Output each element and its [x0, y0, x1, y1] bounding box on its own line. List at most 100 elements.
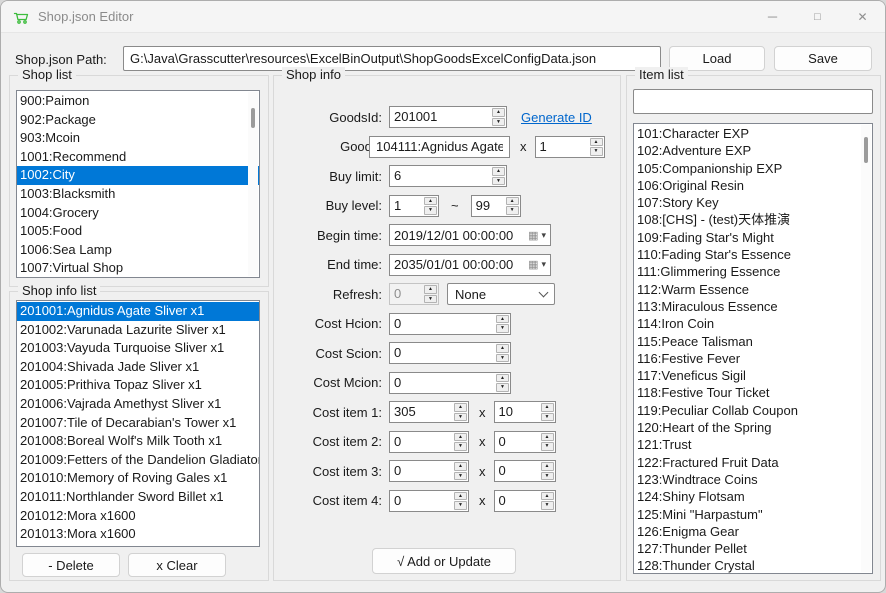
- list-item[interactable]: 201006:Vajrada Amethyst Sliver x1: [17, 395, 259, 414]
- cost-item-3-count-spinner[interactable]: 0 ▲▼: [494, 460, 556, 482]
- list-item[interactable]: 1003:Blacksmith: [17, 185, 259, 204]
- list-item[interactable]: 121:Trust: [634, 436, 872, 453]
- spin-up-icon[interactable]: ▲: [454, 462, 467, 471]
- list-item[interactable]: 201004:Shivada Jade Sliver x1: [17, 358, 259, 377]
- scrollbar-track[interactable]: [248, 92, 258, 276]
- spin-up-icon[interactable]: ▲: [454, 492, 467, 501]
- list-item[interactable]: 111:Glimmering Essence: [634, 263, 872, 280]
- clear-button[interactable]: x Clear: [128, 553, 226, 577]
- list-item[interactable]: 126:Enigma Gear: [634, 523, 872, 540]
- item-search-input[interactable]: [633, 89, 873, 114]
- cost-item-4-id-spinner[interactable]: 0 ▲▼: [389, 490, 469, 512]
- scrollbar-thumb[interactable]: [864, 137, 868, 163]
- generate-id-link[interactable]: Generate ID: [521, 110, 592, 125]
- list-item[interactable]: 1004:Grocery: [17, 204, 259, 223]
- spin-down-icon[interactable]: ▼: [454, 472, 467, 481]
- cost-item-3-id-spinner[interactable]: 0 ▲▼: [389, 460, 469, 482]
- add-or-update-button[interactable]: √ Add or Update: [372, 548, 516, 574]
- list-item[interactable]: 128:Thunder Crystal: [634, 557, 872, 574]
- item-listbox[interactable]: 101:Character EXP102:Adventure EXP105:Co…: [633, 123, 873, 574]
- path-input[interactable]: [123, 46, 661, 71]
- list-item[interactable]: 109:Fading Star's Might: [634, 229, 872, 246]
- spin-down-icon[interactable]: ▼: [454, 413, 467, 422]
- list-item[interactable]: 900:Paimon: [17, 92, 259, 111]
- list-item[interactable]: 201003:Vayuda Turquoise Sliver x1: [17, 339, 259, 358]
- spin-up-icon[interactable]: ▲: [506, 197, 519, 206]
- spin-up-icon[interactable]: ▲: [541, 403, 554, 412]
- shop-info-listbox[interactable]: 201001:Agnidus Agate Sliver x1201002:Var…: [16, 300, 260, 547]
- list-item[interactable]: 201008:Boreal Wolf's Milk Tooth x1: [17, 432, 259, 451]
- spin-down-icon[interactable]: ▼: [454, 442, 467, 451]
- list-item[interactable]: 117:Veneficus Sigil: [634, 367, 872, 384]
- spin-down-icon[interactable]: ▼: [492, 118, 505, 127]
- list-item[interactable]: 201012:Mora x1600: [17, 507, 259, 526]
- delete-button[interactable]: - Delete: [22, 553, 120, 577]
- buy-limit-spinner[interactable]: 6 ▲▼: [389, 165, 507, 187]
- cost-item-2-count-spinner[interactable]: 0 ▲▼: [494, 431, 556, 453]
- buy-level-max-spinner[interactable]: 99 ▲▼: [471, 195, 521, 217]
- spin-up-icon[interactable]: ▲: [496, 344, 509, 353]
- list-item[interactable]: 127:Thunder Pellet: [634, 540, 872, 557]
- spin-down-icon[interactable]: ▼: [454, 501, 467, 510]
- save-button[interactable]: Save: [774, 46, 872, 71]
- refresh-mode-dropdown[interactable]: None: [447, 283, 555, 305]
- spin-down-icon[interactable]: ▼: [541, 413, 554, 422]
- spin-down-icon[interactable]: ▼: [424, 206, 437, 215]
- list-item[interactable]: 902:Package: [17, 111, 259, 130]
- scrollbar-track[interactable]: [861, 125, 871, 572]
- spin-down-icon[interactable]: ▼: [496, 354, 509, 363]
- list-item[interactable]: 201009:Fetters of the Dandelion Gladiato…: [17, 451, 259, 470]
- list-item[interactable]: 115:Peace Talisman: [634, 333, 872, 350]
- spin-down-icon[interactable]: ▼: [496, 383, 509, 392]
- spin-down-icon[interactable]: ▼: [424, 295, 437, 304]
- list-item[interactable]: 120:Heart of the Spring: [634, 419, 872, 436]
- goods-input[interactable]: [369, 136, 510, 158]
- spin-down-icon[interactable]: ▼: [541, 442, 554, 451]
- spin-up-icon[interactable]: ▲: [492, 167, 505, 176]
- spin-down-icon[interactable]: ▼: [492, 177, 505, 186]
- spin-down-icon[interactable]: ▼: [590, 147, 603, 156]
- dropdown-arrow-icon[interactable]: ▾: [541, 230, 546, 241]
- cost-item-1-id-spinner[interactable]: 305 ▲▼: [389, 401, 469, 423]
- title-bar[interactable]: Shop.json Editor ─ □ ✕: [1, 1, 885, 33]
- spin-up-icon[interactable]: ▲: [541, 492, 554, 501]
- list-item[interactable]: 1007:Virtual Shop: [17, 259, 259, 278]
- list-item[interactable]: 201010:Memory of Roving Gales x1: [17, 469, 259, 488]
- close-button[interactable]: ✕: [840, 1, 885, 32]
- spin-down-icon[interactable]: ▼: [496, 324, 509, 333]
- dropdown-arrow-icon[interactable]: ▾: [541, 259, 546, 270]
- spin-up-icon[interactable]: ▲: [590, 138, 603, 147]
- list-item[interactable]: 112:Warm Essence: [634, 281, 872, 298]
- spin-up-icon[interactable]: ▲: [496, 315, 509, 324]
- list-item[interactable]: 102:Adventure EXP: [634, 142, 872, 159]
- spin-up-icon[interactable]: ▲: [496, 374, 509, 383]
- end-time-picker[interactable]: 2035/01/01 00:00:00 ▦ ▾: [389, 254, 551, 276]
- list-item[interactable]: 201001:Agnidus Agate Sliver x1: [17, 302, 259, 321]
- list-item[interactable]: 113:Miraculous Essence: [634, 298, 872, 315]
- list-item[interactable]: 124:Shiny Flotsam: [634, 488, 872, 505]
- list-item[interactable]: 123:Windtrace Coins: [634, 471, 872, 488]
- goods-count-spinner[interactable]: 1 ▲▼: [535, 136, 605, 158]
- list-item[interactable]: 114:Iron Coin: [634, 315, 872, 332]
- shop-listbox[interactable]: 900:Paimon902:Package903:Mcoin1001:Recom…: [16, 90, 260, 278]
- spin-up-icon[interactable]: ▲: [424, 285, 437, 294]
- list-item[interactable]: 118:Festive Tour Ticket: [634, 384, 872, 401]
- spin-up-icon[interactable]: ▲: [454, 433, 467, 442]
- cost-scion-spinner[interactable]: 0 ▲▼: [389, 342, 511, 364]
- list-item[interactable]: 903:Mcoin: [17, 129, 259, 148]
- spin-up-icon[interactable]: ▲: [454, 403, 467, 412]
- cost-item-4-count-spinner[interactable]: 0 ▲▼: [494, 490, 556, 512]
- list-item[interactable]: 101:Character EXP: [634, 125, 872, 142]
- list-item[interactable]: 119:Peculiar Collab Coupon: [634, 402, 872, 419]
- list-item[interactable]: 1005:Food: [17, 222, 259, 241]
- buy-level-min-spinner[interactable]: 1 ▲▼: [389, 195, 439, 217]
- list-item[interactable]: 125:Mini "Harpastum": [634, 506, 872, 523]
- minimize-button[interactable]: ─: [750, 1, 795, 32]
- list-item[interactable]: 1001:Recommend: [17, 148, 259, 167]
- list-item[interactable]: 201013:Mora x1600: [17, 525, 259, 544]
- cost-item-2-id-spinner[interactable]: 0 ▲▼: [389, 431, 469, 453]
- spin-down-icon[interactable]: ▼: [541, 501, 554, 510]
- goodsid-spinner[interactable]: 201001 ▲▼: [389, 106, 507, 128]
- cost-item-1-count-spinner[interactable]: 10 ▲▼: [494, 401, 556, 423]
- list-item[interactable]: 116:Festive Fever: [634, 350, 872, 367]
